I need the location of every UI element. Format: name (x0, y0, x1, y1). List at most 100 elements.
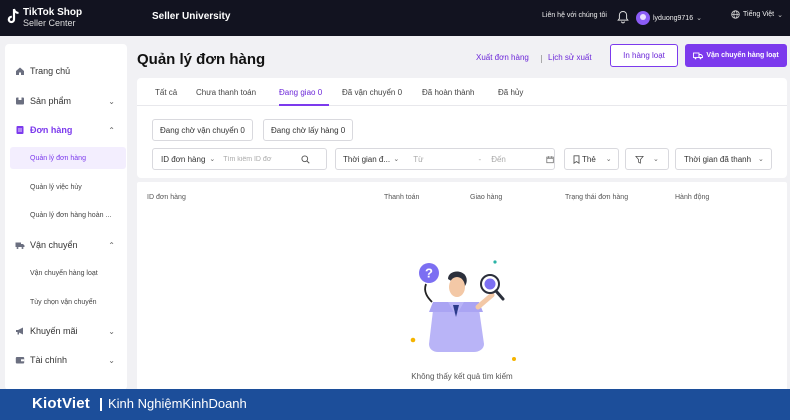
order-status-tabs: Tất cả Chưa thanh toán Đang giao 0 Đã vậ… (137, 78, 787, 106)
page-title: Quản lý đơn hàng (137, 51, 266, 68)
avatar (636, 11, 650, 25)
empty-state-message: Không thấy kết quả tìm kiếm (411, 372, 513, 381)
sidebar-item-shipping[interactable]: Vận chuyển ⌃ (5, 234, 127, 256)
top-bar: TikTok Shop Seller Center Seller Univers… (0, 0, 790, 36)
start-date-input[interactable]: Từ (413, 155, 423, 164)
sidebar-subitem-label: Quản lý đơn hàng (30, 154, 86, 162)
language-selector[interactable]: Tiếng Việt ⌄ (731, 10, 783, 19)
chevron-down-icon: ⌄ (108, 355, 115, 365)
column-header-delivery: Giao hàng (470, 194, 503, 201)
sidebar-item-label: Đơn hàng (30, 125, 73, 135)
export-history-link[interactable]: Lịch sử xuất (548, 53, 592, 62)
bookmark-icon (573, 154, 580, 164)
column-header-order-id: ID đơn hàng (147, 194, 186, 201)
orders-table: ID đơn hàng Thanh toán Giao hàng Trạng t… (137, 182, 787, 390)
chevron-up-icon: ⌃ (108, 125, 115, 135)
time-range-filter: Thời gian đ... ⌄ Từ - Đến (335, 148, 555, 170)
chevron-down-icon: ⌄ (696, 15, 702, 22)
sidebar-subitem-cancellations[interactable]: Quản lý việc hủy (5, 176, 127, 198)
sidebar-item-products[interactable]: Sản phẩm ⌄ (5, 90, 127, 112)
divider (100, 398, 102, 411)
sidebar-item-finance[interactable]: Tài chính ⌄ (5, 349, 127, 371)
chevron-down-icon: ⌄ (653, 156, 659, 163)
tab-completed[interactable]: Đã hoàn thành (422, 88, 475, 97)
time-type-select[interactable]: Thời gian đ... (343, 155, 393, 164)
sidebar-item-orders[interactable]: Đơn hàng ⌃ (5, 119, 127, 141)
paid-time-sort[interactable]: Thời gian đã thanh ⌄ (675, 148, 772, 170)
chevron-down-icon: ⌄ (777, 11, 784, 19)
paid-time-label: Thời gian đã thanh (684, 154, 752, 164)
tab-unpaid[interactable]: Chưa thanh toán (196, 88, 256, 97)
end-date-input[interactable]: Đến (491, 155, 506, 164)
awaiting-pickup-chip[interactable]: Đang chờ lấy hàng 0 (263, 119, 354, 141)
chevron-down-icon: ⌄ (108, 96, 115, 106)
sidebar-subitem-label: Tùy chọn vận chuyển (30, 298, 97, 306)
tiktok-shop-logo[interactable]: TikTok Shop Seller Center (6, 6, 106, 30)
kiotviet-banner: KiotViet Kinh NghiệmKinhDoanh (0, 389, 790, 420)
sidebar-subitem-bulk-shipping[interactable]: Vận chuyển hàng loạt (5, 262, 127, 284)
sidebar: Trang chủ Sản phẩm ⌄ Đơn hàng ⌃ Quản lý … (5, 44, 127, 390)
tag-filter-label: Thẻ (582, 154, 596, 164)
funnel-icon (635, 155, 644, 164)
tag-filter[interactable]: Thẻ ⌄ (564, 148, 619, 170)
search-input[interactable]: Tìm kiếm ID đơ (223, 156, 283, 163)
svg-text:?: ? (425, 266, 433, 281)
chevron-up-icon: ⌃ (108, 240, 115, 250)
column-header-payment: Thanh toán (384, 194, 420, 201)
seller-university-link[interactable]: Seller University (152, 11, 230, 22)
chevron-down-icon: ⌄ (393, 156, 400, 163)
advanced-filter[interactable]: ⌄ (625, 148, 669, 170)
date-separator: - (478, 154, 482, 164)
wallet-icon (15, 357, 25, 364)
sidebar-item-label: Sản phẩm (30, 96, 72, 106)
username: lyduong9716 (653, 14, 694, 22)
tab-shipped[interactable]: Đã vận chuyển 0 (342, 88, 402, 97)
home-icon (16, 67, 24, 75)
active-tab-indicator (279, 104, 329, 106)
sidebar-item-label: Khuyến mãi (30, 326, 78, 336)
column-header-order-status: Trạng thái đơn hàng (565, 194, 629, 201)
awaiting-shipment-chip[interactable]: Đang chờ vận chuyển 0 (152, 119, 253, 141)
logo-subtitle: Seller Center (23, 18, 76, 28)
bell-icon[interactable] (617, 10, 629, 24)
order-id-search: ID đơn hàng ⌄ Tìm kiếm ID đơ (152, 148, 327, 170)
divider (541, 55, 542, 63)
sidebar-item-label: Vận chuyển (30, 240, 78, 250)
print-bulk-button[interactable]: In hàng loạt (610, 44, 678, 67)
bulk-ship-label: Vận chuyển hàng loạt (706, 52, 779, 59)
chevron-down-icon: ⌄ (605, 156, 612, 163)
sidebar-item-promotions[interactable]: Khuyến mãi ⌄ (5, 320, 127, 342)
chevron-down-icon: ⌄ (108, 326, 115, 336)
bulk-ship-button[interactable]: Vận chuyển hàng loạt (685, 44, 787, 67)
sidebar-subitem-label: Vận chuyển hàng loạt (30, 269, 98, 277)
export-orders-link[interactable]: Xuất đơn hàng (476, 53, 529, 62)
tab-in-delivery[interactable]: Đang giao 0 (279, 88, 322, 97)
search-icon[interactable] (301, 154, 310, 164)
sidebar-subitem-shipping-options[interactable]: Tùy chọn vận chuyển (5, 291, 127, 313)
box-icon (16, 97, 24, 105)
tab-all[interactable]: Tất cả (155, 88, 177, 97)
globe-icon (731, 10, 740, 19)
contact-us-link[interactable]: Liên hệ với chúng tôi (542, 12, 607, 19)
empty-state-illustration: ? (410, 260, 516, 361)
sidebar-item-label: Trang chủ (30, 66, 71, 76)
user-menu[interactable]: lyduong9716 ⌄ (636, 9, 702, 27)
megaphone-icon (16, 327, 23, 335)
chevron-down-icon: ⌄ (758, 156, 764, 163)
sidebar-item-home[interactable]: Trang chủ (5, 60, 127, 82)
kiotviet-tagline: Kinh NghiệmKinhDoanh (108, 396, 247, 411)
sidebar-subitem-order-management[interactable]: Quản lý đơn hàng (10, 147, 126, 169)
column-header-actions: Hành động (675, 194, 710, 201)
sidebar-item-label: Tài chính (30, 355, 68, 365)
tab-cancelled[interactable]: Đã hủy (498, 88, 523, 97)
sidebar-subitem-label: Quản lý đơn hàng hoàn ... (30, 211, 112, 219)
order-filter-card: Tất cả Chưa thanh toán Đang giao 0 Đã vậ… (137, 78, 787, 178)
kiotviet-brand: KiotViet (32, 395, 90, 412)
order-id-select[interactable]: ID đơn hàng (161, 155, 205, 164)
tiktok-logo-icon (7, 8, 19, 24)
sidebar-subitem-returns[interactable]: Quản lý đơn hàng hoàn ... (5, 204, 127, 226)
language-label: Tiếng Việt (743, 11, 775, 18)
calendar-icon[interactable] (546, 155, 554, 164)
chevron-down-icon: ⌄ (209, 156, 216, 163)
order-icon (16, 126, 24, 134)
